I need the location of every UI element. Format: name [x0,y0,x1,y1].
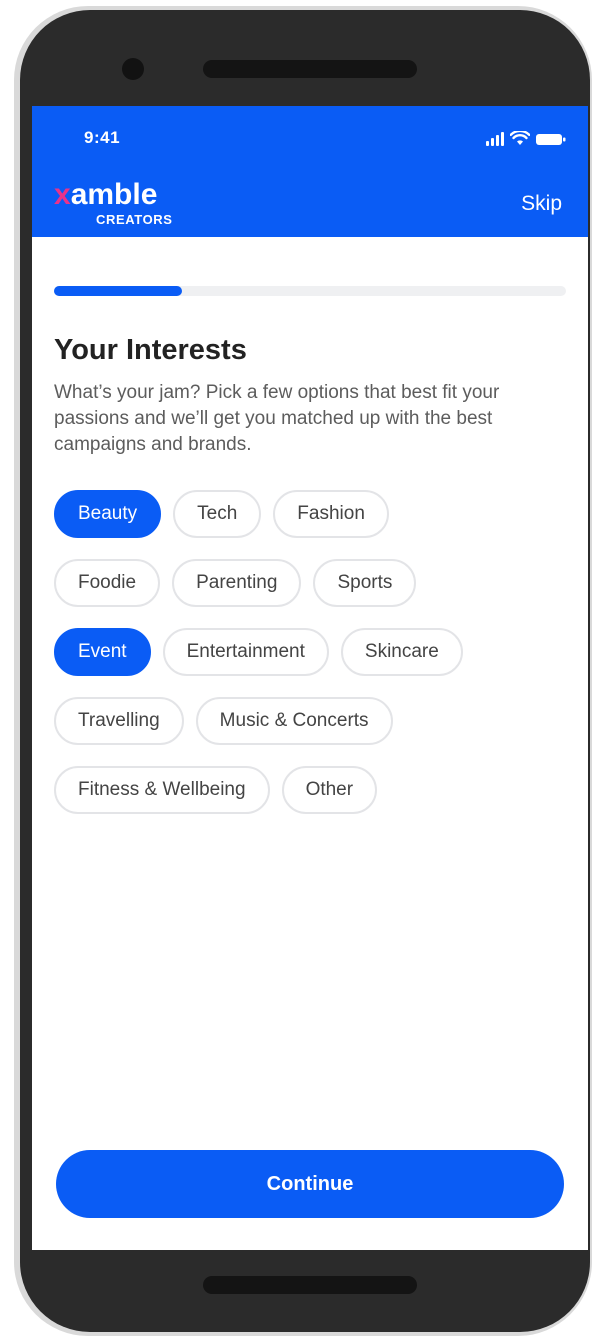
front-camera [122,58,144,80]
chip-fashion[interactable]: Fashion [273,490,389,538]
logo-wordmark: xamble [54,180,157,210]
chip-music-concerts[interactable]: Music & Concerts [195,697,393,745]
logo-x-mark: x [54,178,71,211]
chip-other[interactable]: Other [281,766,378,814]
bottom-speaker [203,1276,417,1294]
chip-parenting[interactable]: Parenting [172,559,302,607]
page-title: Your Interests [54,334,247,366]
chip-row: Travelling Music & Concerts [54,697,574,745]
progress-fill [54,286,182,296]
interest-chips: Beauty Tech Fashion Foodie Parenting Spo… [54,490,574,835]
chip-fitness-wellbeing[interactable]: Fitness & Wellbeing [54,766,270,814]
wifi-icon [510,131,530,146]
page-description: What’s your jam? Pick a few options that… [54,382,500,455]
status-time: 9:41 [84,128,121,147]
chip-event[interactable]: Event [54,628,151,676]
app-header: 9:41 xamble CREATORS Skip [32,106,588,237]
chip-row: Beauty Tech Fashion [54,490,574,538]
status-icons [486,128,566,146]
canvas: 9:41 xamble CREATORS Skip Your Interests… [0,0,596,1339]
chip-row: Foodie Parenting Sports [54,559,574,607]
signal-icon [486,132,504,146]
continue-button[interactable]: Continue [56,1150,564,1218]
progress-bar [54,286,566,296]
chip-entertainment[interactable]: Entertainment [162,628,329,676]
earpiece-speaker [203,60,417,78]
chip-beauty[interactable]: Beauty [54,490,162,538]
chip-foodie[interactable]: Foodie [54,559,161,607]
chip-sports[interactable]: Sports [313,559,417,607]
logo-subtitle: CREATORS [96,212,173,227]
chip-travelling[interactable]: Travelling [54,697,184,745]
skip-button[interactable]: Skip [521,192,562,216]
chip-row: Fitness & Wellbeing Other [54,766,574,814]
phone-screen: 9:41 xamble CREATORS Skip Your Interests… [32,106,588,1250]
chip-tech[interactable]: Tech [173,490,262,538]
battery-icon [536,133,566,146]
logo-word: amble [70,178,158,211]
chip-skincare[interactable]: Skincare [340,628,463,676]
chip-row: Event Entertainment Skincare [54,628,574,676]
